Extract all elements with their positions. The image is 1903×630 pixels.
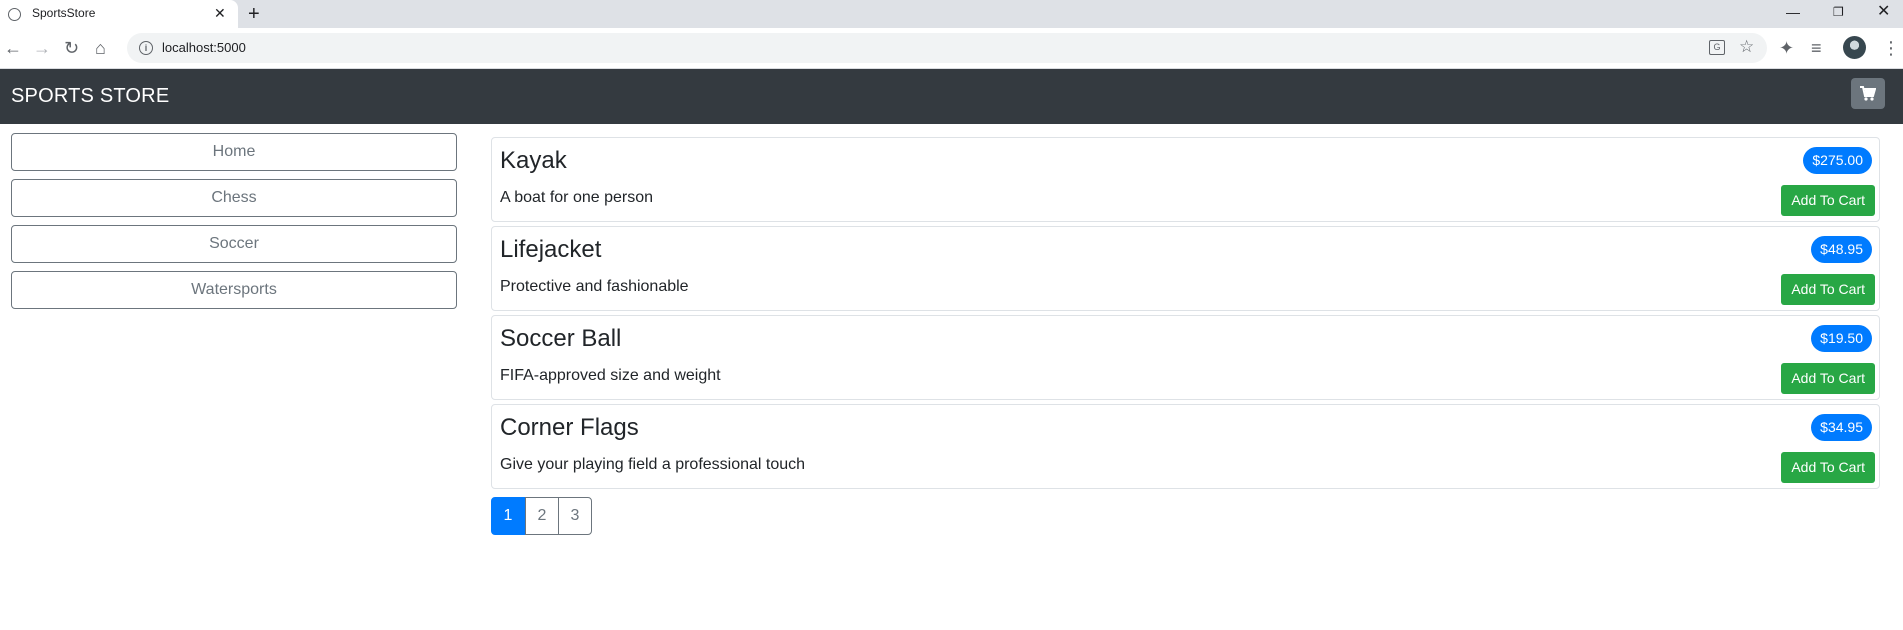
menu-icon[interactable]: ⋮ [1882, 37, 1900, 59]
product-description: FIFA-approved size and weight [500, 367, 721, 384]
price-badge: $48.95 [1811, 236, 1872, 263]
tab-title: SportsStore [32, 6, 96, 20]
browser-tab-strip: SportsStore ✕ + — ❐ ✕ [0, 0, 1903, 28]
window-close-icon[interactable]: ✕ [1877, 3, 1890, 21]
category-button-chess[interactable]: Chess [11, 179, 457, 217]
close-tab-icon[interactable]: ✕ [214, 5, 226, 21]
category-button-watersports[interactable]: Watersports [11, 271, 457, 309]
browser-toolbar: ← → ↻ ⌂ i localhost:5000 G ☆ ✦ ≡ ⋮ [0, 28, 1903, 69]
product-name: Kayak [500, 147, 567, 174]
info-icon[interactable]: i [139, 41, 153, 55]
product-description: Protective and fashionable [500, 278, 689, 295]
page-button-2[interactable]: 2 [525, 497, 559, 535]
product-name: Corner Flags [500, 414, 639, 441]
extensions-icon[interactable]: ✦ [1779, 37, 1794, 59]
back-icon[interactable]: ← [4, 37, 22, 59]
add-to-cart-button[interactable]: Add To Cart [1781, 185, 1875, 216]
price-badge: $34.95 [1811, 414, 1872, 441]
add-to-cart-button[interactable]: Add To Cart [1781, 274, 1875, 305]
url-text[interactable]: localhost:5000 [162, 40, 246, 55]
cart-button[interactable] [1851, 78, 1885, 109]
forward-icon[interactable]: → [33, 37, 51, 59]
category-button-home[interactable]: Home [11, 133, 457, 171]
translate-icon[interactable]: G [1709, 40, 1725, 55]
product-card: Lifejacket $48.95 Protective and fashion… [491, 226, 1880, 311]
product-card: Corner Flags $34.95 Give your playing fi… [491, 404, 1880, 489]
cart-icon [1860, 86, 1876, 101]
product-card: Soccer Ball $19.50 FIFA-approved size an… [491, 315, 1880, 400]
category-button-soccer[interactable]: Soccer [11, 225, 457, 263]
brand-title[interactable]: SPORTS STORE [11, 85, 169, 108]
product-card: Kayak $275.00 A boat for one person Add … [491, 137, 1880, 222]
product-description: A boat for one person [500, 189, 653, 206]
globe-icon [8, 8, 21, 21]
navbar: SPORTS STORE [0, 69, 1903, 124]
product-name: Soccer Ball [500, 325, 622, 352]
page-button-3[interactable]: 3 [558, 497, 592, 535]
add-to-cart-button[interactable]: Add To Cart [1781, 452, 1875, 483]
minimize-icon[interactable]: — [1786, 3, 1800, 21]
product-name: Lifejacket [500, 236, 602, 263]
add-to-cart-button[interactable]: Add To Cart [1781, 363, 1875, 394]
page-button-1[interactable]: 1 [491, 497, 525, 535]
restore-icon[interactable]: ❐ [1833, 3, 1844, 21]
profile-avatar[interactable] [1843, 36, 1866, 59]
product-description: Give your playing field a professional t… [500, 456, 806, 473]
reload-icon[interactable]: ↻ [64, 37, 79, 59]
home-icon[interactable]: ⌂ [95, 37, 106, 59]
star-icon[interactable]: ☆ [1739, 37, 1754, 57]
address-bar[interactable]: i localhost:5000 G ☆ [127, 33, 1767, 63]
new-tab-icon[interactable]: + [248, 2, 260, 26]
price-badge: $275.00 [1803, 147, 1872, 174]
browser-tab[interactable]: SportsStore ✕ [0, 0, 238, 28]
reading-list-icon[interactable]: ≡ [1811, 37, 1822, 59]
price-badge: $19.50 [1811, 325, 1872, 352]
